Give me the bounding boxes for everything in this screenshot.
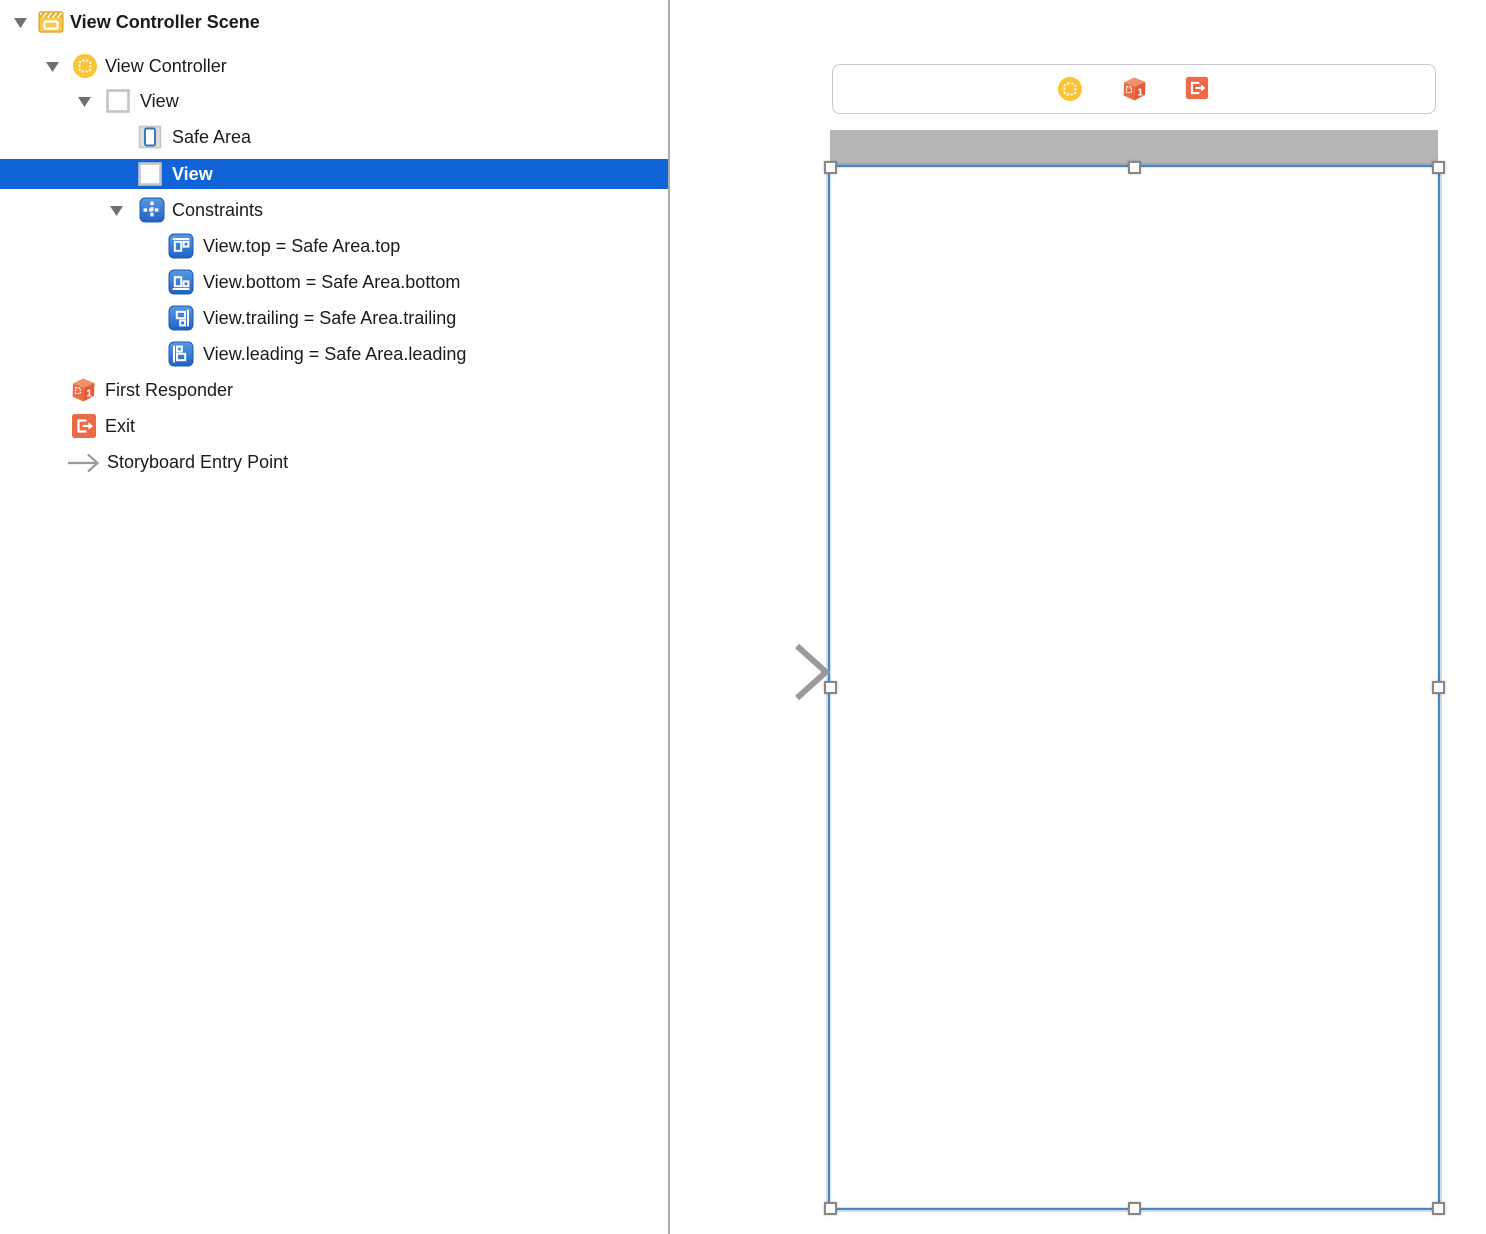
constraints-icon xyxy=(139,197,165,223)
exit-icon[interactable] xyxy=(1185,76,1211,102)
outline-row-view-controller[interactable]: View Controller xyxy=(0,51,668,81)
outline-row-label: View Controller Scene xyxy=(70,12,260,32)
selection-handle-top-left[interactable] xyxy=(824,161,837,174)
outline-row-label: View.top = Safe Area.top xyxy=(203,236,401,256)
disclosure-triangle-icon[interactable] xyxy=(78,95,92,107)
view-controller-icon xyxy=(72,53,98,79)
selected-view-outline[interactable] xyxy=(828,165,1440,1210)
first-responder-icon: 1 xyxy=(70,377,96,403)
selection-handle-middle-right[interactable] xyxy=(1432,681,1445,694)
view-controller-icon[interactable] xyxy=(1057,76,1083,102)
outline-row-storyboard-entry-point[interactable]: Storyboard Entry Point xyxy=(0,447,668,477)
selection-handle-top-middle[interactable] xyxy=(1128,161,1141,174)
outline-row-first-responder[interactable]: 1 First Responder xyxy=(0,375,668,405)
document-outline: View Controller Scene View Controller Vi… xyxy=(0,0,670,1234)
outline-row-view-controller-scene[interactable]: View Controller Scene xyxy=(0,7,668,37)
scene-icon xyxy=(38,9,64,35)
outline-row-label: Safe Area xyxy=(172,127,252,147)
outline-row-view[interactable]: View xyxy=(0,86,668,116)
entry-point-arrow-icon xyxy=(66,449,102,475)
outline-row-label: View Controller xyxy=(105,56,227,76)
outline-row-constraint-leading[interactable]: View.leading = Safe Area.leading xyxy=(0,339,668,369)
outline-row-label: Storyboard Entry Point xyxy=(107,452,289,472)
outline-row-label: First Responder xyxy=(105,380,234,400)
selection-handle-bottom-left[interactable] xyxy=(824,1202,837,1215)
outline-row-label: View.bottom = Safe Area.bottom xyxy=(203,272,461,292)
svg-text:1: 1 xyxy=(1137,86,1143,98)
disclosure-triangle-icon[interactable] xyxy=(46,60,60,72)
outline-row-constraint-bottom[interactable]: View.bottom = Safe Area.bottom xyxy=(0,267,668,297)
outline-row-constraint-trailing[interactable]: View.trailing = Safe Area.trailing xyxy=(0,303,668,333)
outline-row-label: View.leading = Safe Area.leading xyxy=(203,344,467,364)
storyboard-canvas[interactable]: 1 xyxy=(670,0,1486,1234)
view-icon xyxy=(137,161,163,187)
selection-handle-bottom-middle[interactable] xyxy=(1128,1202,1141,1215)
outline-row-safe-area[interactable]: Safe Area xyxy=(0,122,668,152)
first-responder-icon[interactable]: 1 xyxy=(1121,76,1147,102)
disclosure-triangle-icon[interactable] xyxy=(14,16,28,28)
constraint-bottom-icon xyxy=(168,269,194,295)
disclosure-triangle-icon[interactable] xyxy=(110,204,124,216)
outline-row-label: Constraints xyxy=(172,200,264,220)
constraint-leading-icon xyxy=(168,341,194,367)
outline-row-constraint-top[interactable]: View.top = Safe Area.top xyxy=(0,231,668,261)
outline-row-constraints[interactable]: Constraints xyxy=(0,195,668,225)
scene-dock[interactable]: 1 xyxy=(832,64,1436,114)
outline-row-view-selected[interactable]: View xyxy=(0,159,668,189)
selection-handle-top-right[interactable] xyxy=(1432,161,1445,174)
storyboard-entry-point-arrow[interactable] xyxy=(670,641,834,703)
constraint-top-icon xyxy=(168,233,194,259)
constraint-trailing-icon xyxy=(168,305,194,331)
outline-row-label: Exit xyxy=(105,416,136,436)
outline-row-exit[interactable]: Exit xyxy=(0,411,668,441)
outline-row-label: View xyxy=(172,164,213,184)
outline-row-label: View xyxy=(140,91,179,111)
outline-row-label: View.trailing = Safe Area.trailing xyxy=(203,308,457,328)
selection-handle-bottom-right[interactable] xyxy=(1432,1202,1445,1215)
safe-area-icon xyxy=(137,124,163,150)
xcode-interface-builder: View Controller Scene View Controller Vi… xyxy=(0,0,1486,1234)
view-icon xyxy=(105,88,131,114)
exit-icon xyxy=(71,413,97,439)
svg-text:1: 1 xyxy=(86,387,92,399)
